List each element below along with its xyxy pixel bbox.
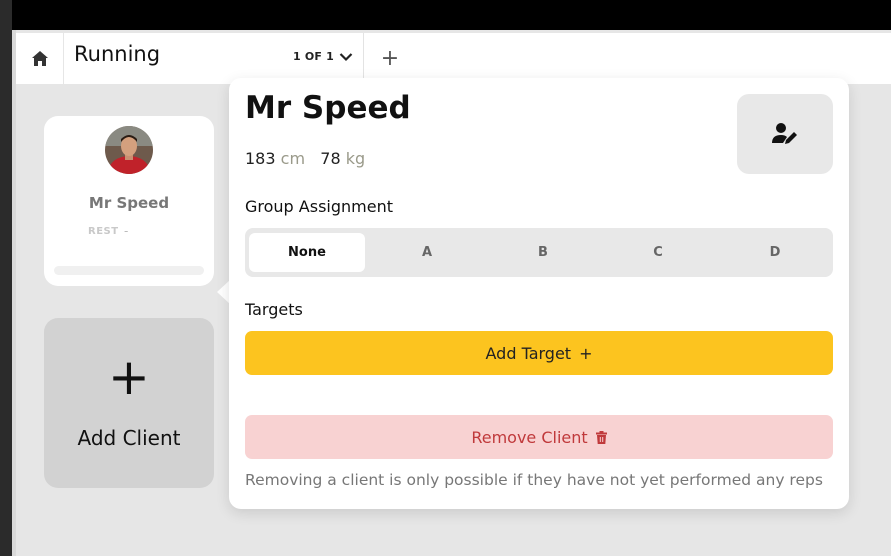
add-target-label: Add Target	[485, 343, 572, 363]
chevron-down-icon	[339, 53, 353, 62]
height-value: 183	[245, 149, 276, 168]
targets-label: Targets	[245, 300, 303, 319]
plus-icon: +	[380, 45, 400, 71]
trash-icon	[595, 430, 607, 444]
add-client-label: Add Client	[77, 426, 181, 450]
group-option-none[interactable]: None	[249, 233, 365, 272]
app-area: Running 1 OF 1 + Mr Speed REST - + Add C…	[16, 30, 891, 556]
plus-icon: +	[579, 343, 593, 363]
tab-dropdown-button[interactable]	[334, 45, 358, 69]
add-tab-button[interactable]: +	[374, 44, 406, 72]
window-edge	[0, 0, 12, 556]
weight-unit: kg	[345, 149, 366, 168]
client-measurements: 183 cm 78 kg	[245, 149, 365, 168]
weight-value: 78	[320, 149, 341, 168]
home-button[interactable]	[16, 33, 64, 84]
popup-client-name: Mr Speed	[245, 90, 411, 126]
group-option-a[interactable]: A	[369, 233, 485, 272]
plus-icon: +	[108, 348, 150, 406]
user-edit-icon	[772, 123, 797, 144]
tab-divider	[363, 33, 364, 84]
client-details-popup: Mr Speed 183 cm 78 kg Group Assignment N…	[229, 78, 849, 509]
home-icon	[31, 51, 48, 66]
client-status: REST	[88, 226, 119, 237]
client-name: Mr Speed	[88, 194, 170, 212]
avatar	[105, 126, 153, 174]
remove-client-note: Removing a client is only possible if th…	[245, 471, 823, 489]
remove-client-label: Remove Client	[471, 427, 588, 447]
add-client-button[interactable]: + Add Client	[44, 318, 214, 488]
client-progress-bar	[54, 266, 204, 275]
remove-client-button[interactable]: Remove Client	[245, 415, 833, 459]
edit-client-button[interactable]	[737, 94, 833, 174]
client-status-value: -	[124, 224, 129, 238]
tab-bar: Running 1 OF 1 +	[16, 33, 891, 84]
tab-title[interactable]: Running	[74, 42, 160, 66]
group-assignment-label: Group Assignment	[245, 197, 393, 216]
tab-count: 1 OF 1	[293, 50, 335, 63]
group-option-b[interactable]: B	[485, 233, 601, 272]
group-selector: None A B C D	[245, 228, 833, 277]
add-target-button[interactable]: Add Target +	[245, 331, 833, 375]
height-unit: cm	[280, 149, 306, 168]
group-option-c[interactable]: C	[600, 233, 716, 272]
client-card[interactable]: Mr Speed REST -	[44, 116, 214, 286]
group-option-d[interactable]: D	[717, 233, 833, 272]
